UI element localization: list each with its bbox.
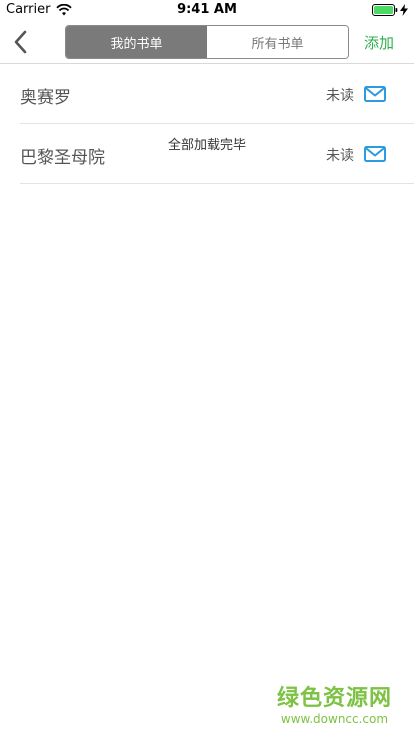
nav-bar: 我的书单 所有书单 添加: [0, 20, 414, 64]
tab-my-booklist-label: 我的书单: [110, 36, 163, 52]
add-button[interactable]: 添加: [364, 32, 394, 53]
list-item[interactable]: 巴黎圣母院 未读: [20, 124, 414, 184]
charging-bolt-icon: [400, 4, 408, 16]
booklist-segmented-control: 我的书单 所有书单: [65, 25, 349, 59]
watermark-url: www.downcc.com: [280, 712, 389, 726]
battery-icon: [372, 4, 398, 16]
status-time: 9:41 AM: [177, 2, 237, 17]
list-item[interactable]: 奥赛罗 未读: [20, 64, 414, 124]
tab-all-booklists-label: 所有书单: [251, 36, 304, 52]
watermark-name: 绿色资源网: [276, 686, 392, 711]
chevron-left-icon: [14, 30, 27, 54]
screen: Carrier 9:41 AM 我的书单 所有书单 添加 奥赛罗 未读 巴黎圣母…: [0, 0, 414, 736]
tab-my-booklist[interactable]: 我的书单: [66, 26, 207, 58]
mail-icon[interactable]: [364, 86, 386, 102]
booklist: 奥赛罗 未读 巴黎圣母院 未读: [0, 64, 414, 184]
battery-indicator: [372, 4, 408, 16]
back-button[interactable]: [8, 29, 32, 55]
status-bar: Carrier 9:41 AM: [0, 0, 414, 20]
tab-all-booklists[interactable]: 所有书单: [207, 26, 348, 58]
load-complete-text: 全部加载完毕: [167, 138, 246, 153]
read-status: 未读: [326, 88, 354, 104]
book-title: 奥赛罗: [20, 88, 71, 108]
watermark-logo: 绿色资源网 www.downcc.com: [277, 680, 392, 726]
